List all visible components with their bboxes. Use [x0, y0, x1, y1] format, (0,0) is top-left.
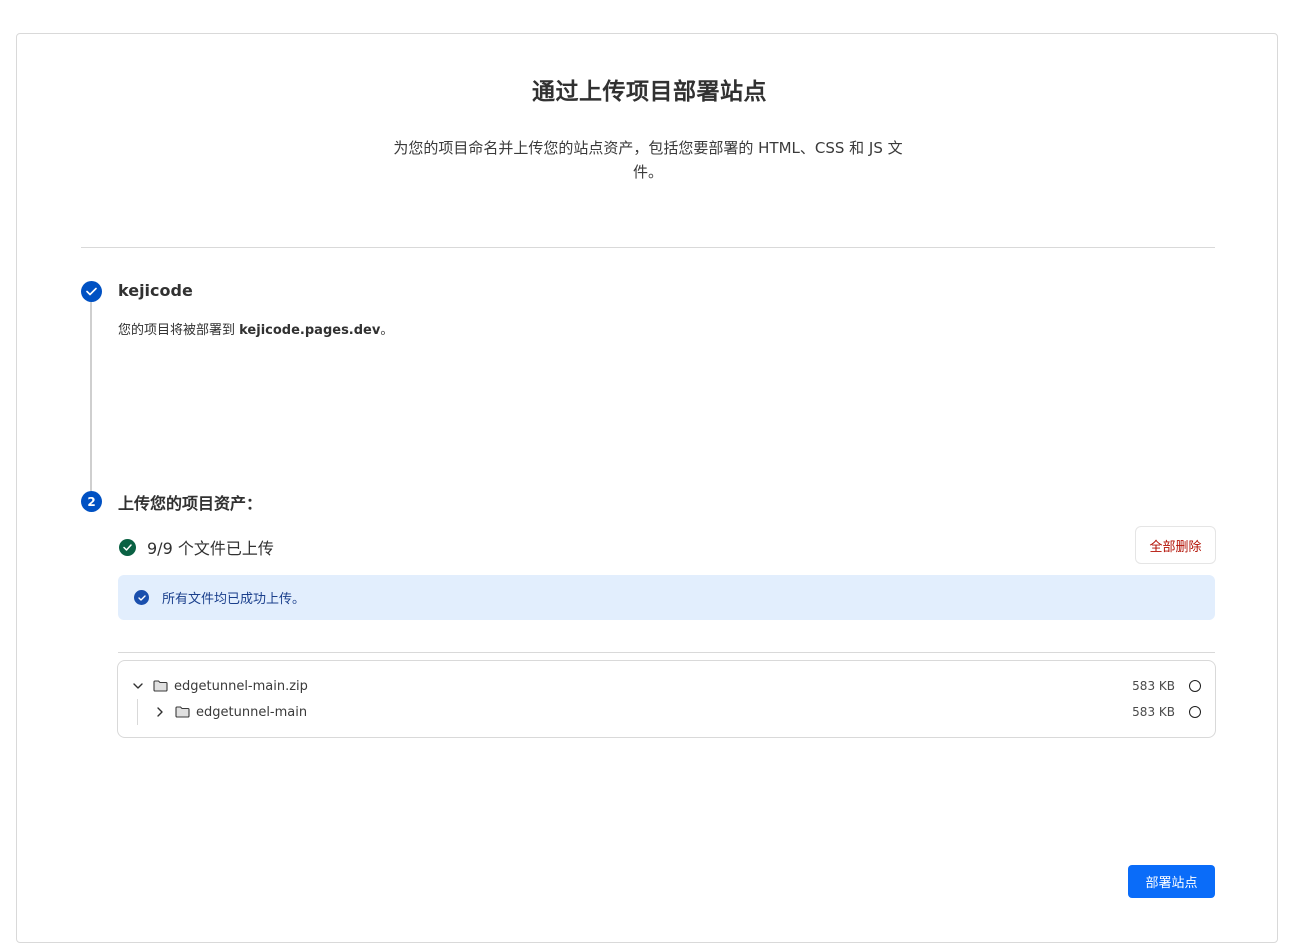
page-title: 通过上传项目部署站点 [532, 79, 767, 105]
file-name: edgetunnel-main.zip [174, 678, 308, 694]
deploy-target-text: 您的项目将被部署到 kejicode.pages.dev。 [118, 319, 393, 338]
file-status-circle-icon[interactable] [1189, 706, 1201, 718]
success-banner: 所有文件均已成功上传。 [118, 575, 1215, 620]
deploy-target-prefix: 您的项目将被部署到 [118, 323, 240, 338]
file-tree-row[interactable]: edgetunnel-main 583 KB [118, 701, 1215, 723]
section-divider [81, 247, 1215, 248]
project-name: kejicode [118, 281, 193, 300]
file-tree-row[interactable]: edgetunnel-main.zip 583 KB [118, 675, 1215, 697]
file-name: edgetunnel-main [196, 704, 308, 720]
files-divider [118, 652, 1215, 653]
chevron-down-icon[interactable] [132, 680, 144, 692]
chevron-right-icon[interactable] [154, 706, 166, 718]
page-subtitle: 为您的项目命名并上传您的站点资产，包括您要部署的 HTML、CSS 和 JS 文… [393, 139, 903, 181]
deploy-site-button[interactable]: 部署站点 [1128, 865, 1215, 898]
step-2-title: 上传您的项目资产： [118, 494, 263, 513]
step-2-number: 2 [81, 491, 102, 512]
file-size: 583 KB [1132, 679, 1175, 693]
file-status-circle-icon[interactable] [1189, 680, 1201, 692]
step-connector-line [90, 302, 92, 492]
deploy-target-domain: kejicode.pages.dev [239, 323, 381, 338]
banner-text: 所有文件均已成功上传。 [162, 592, 306, 607]
delete-all-button[interactable]: 全部删除 [1135, 526, 1216, 564]
upload-status: 9/9 个文件已上传 [119, 535, 274, 559]
file-size: 583 KB [1132, 705, 1175, 719]
folder-icon [175, 706, 190, 718]
upload-status-text: 9/9 个文件已上传 [147, 539, 274, 558]
success-check-icon [119, 538, 136, 556]
folder-icon [153, 680, 168, 692]
step-1-check-icon [81, 281, 102, 302]
info-check-icon [134, 590, 149, 605]
deploy-target-suffix: 。 [380, 323, 394, 338]
file-tree: edgetunnel-main.zip 583 KB edgetunnel-ma… [117, 660, 1216, 738]
